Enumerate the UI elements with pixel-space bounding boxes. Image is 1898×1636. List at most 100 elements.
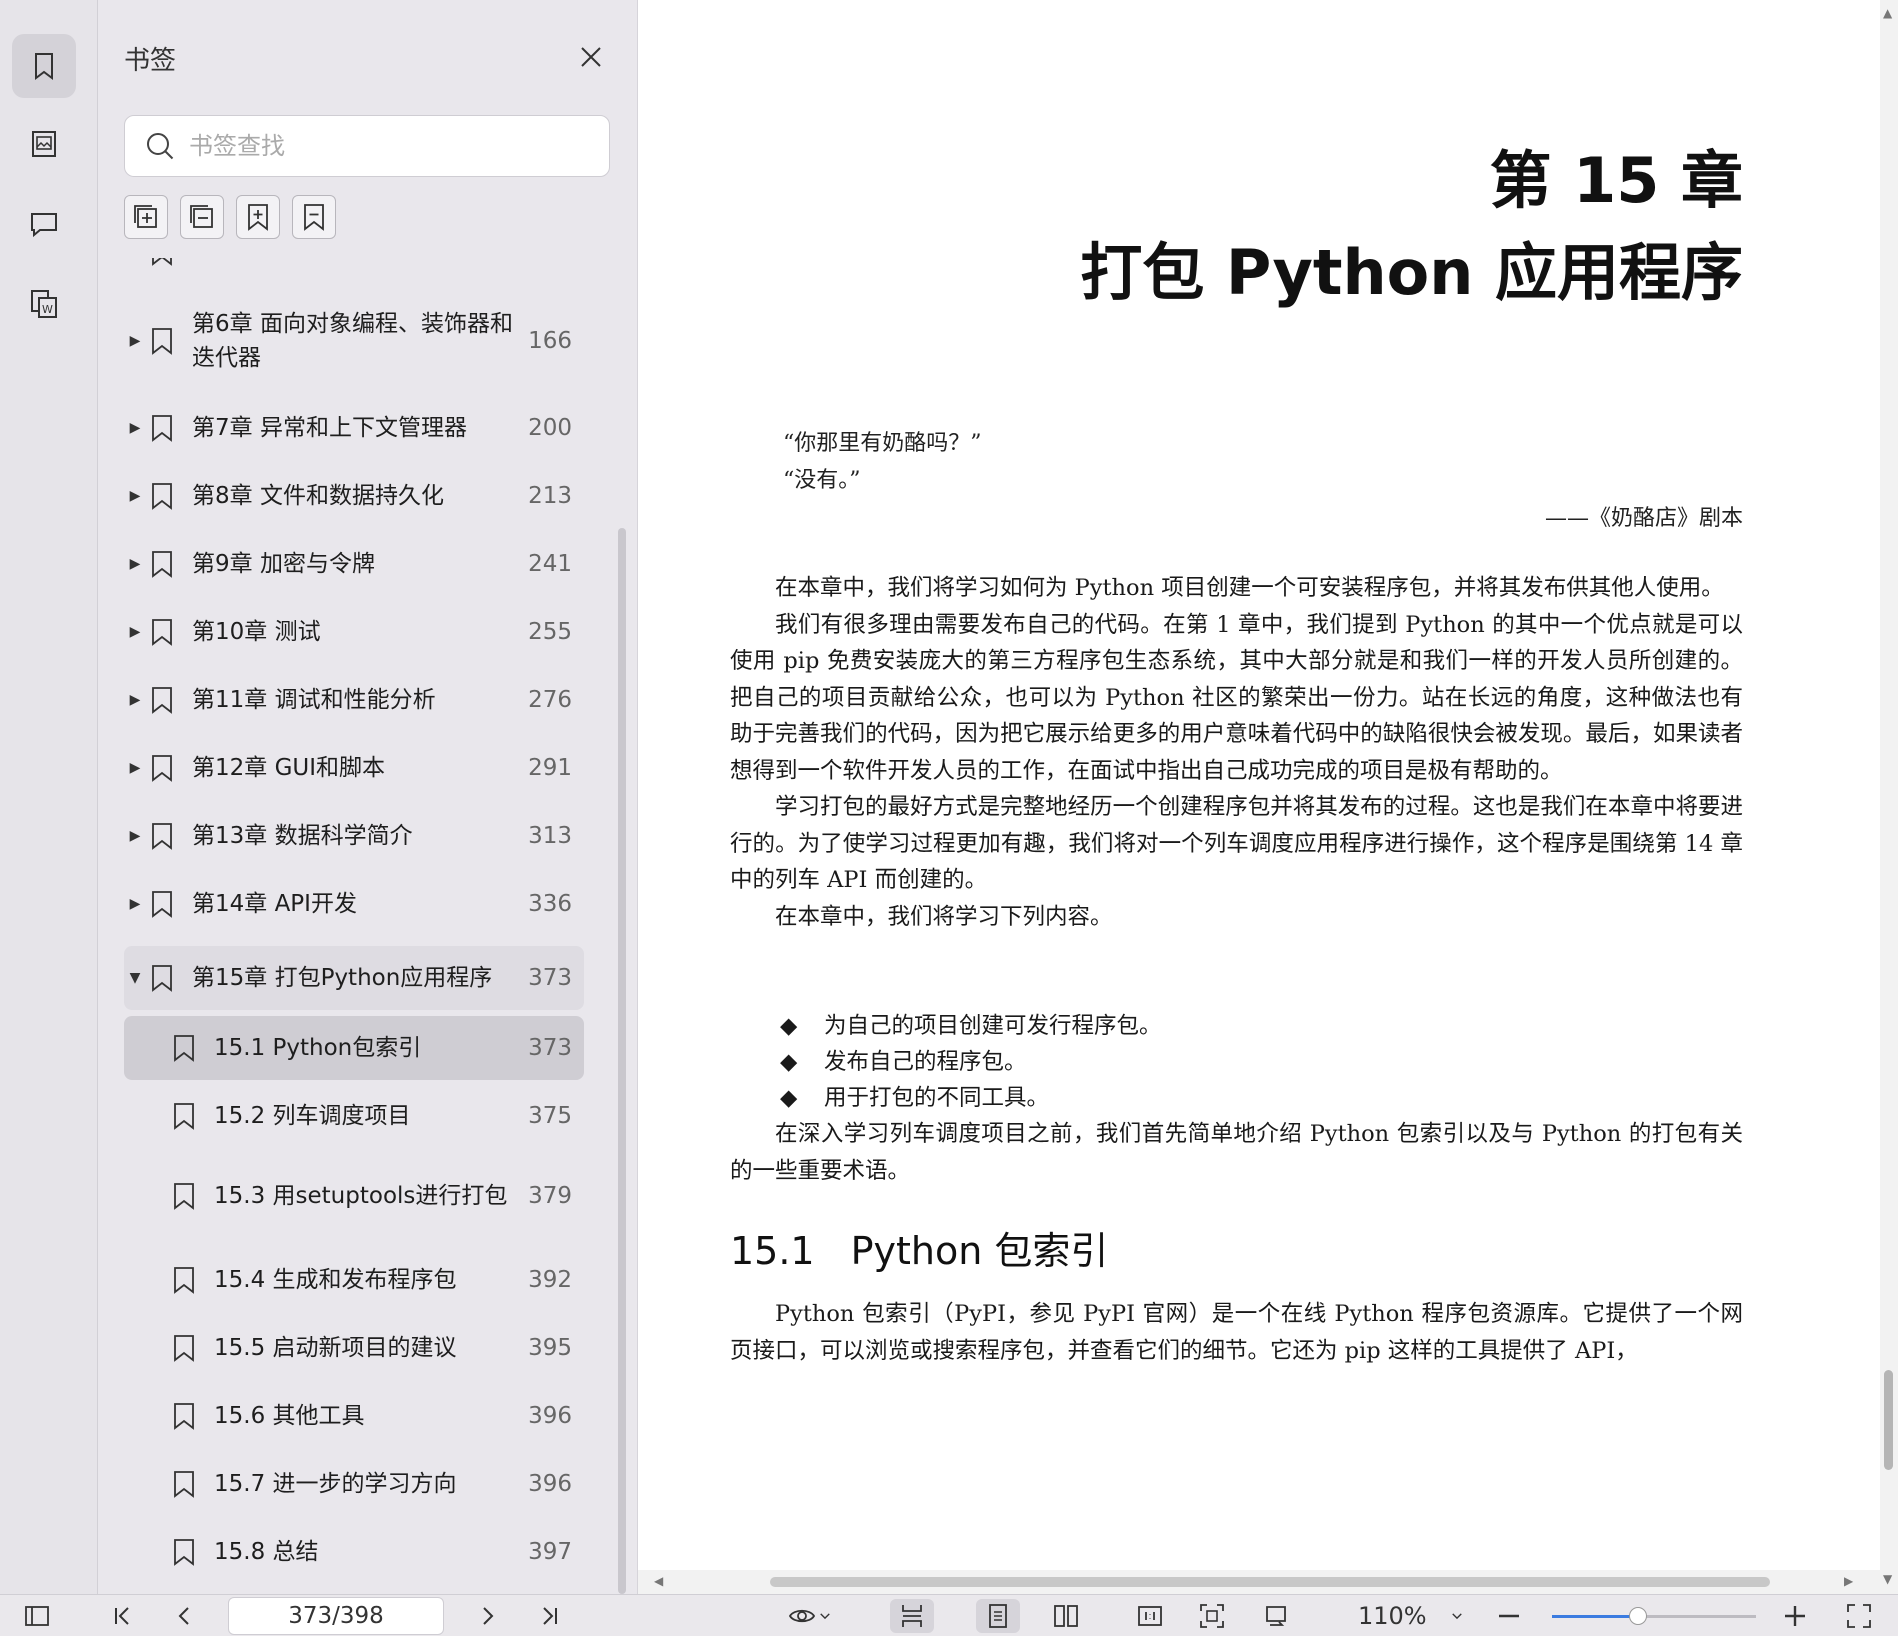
first-page-button[interactable]: [106, 1599, 140, 1633]
expand-all-button[interactable]: [124, 195, 168, 239]
diamond-bullet-icon: ◆: [780, 1049, 798, 1075]
rotate-button[interactable]: [1254, 1599, 1298, 1633]
zoom-dropdown-button[interactable]: [1444, 1599, 1470, 1633]
bookmark-item-ch11[interactable]: ▶ 第11章 调试和性能分析 276: [124, 674, 584, 726]
expand-arrow-icon[interactable]: ▶: [124, 556, 146, 572]
next-page-button[interactable]: [470, 1599, 504, 1633]
bookmark-item-ch10[interactable]: ▶ 第10章 测试 255: [124, 606, 584, 658]
bookmark-label: 15.6 其他工具: [214, 1403, 365, 1429]
bookmark-label: 第11章 调试和性能分析: [192, 687, 436, 713]
bookmark-subitem-15-3[interactable]: 15.3 用setuptools进行打包 379: [124, 1156, 584, 1236]
chapter-title: 打包 Python 应用程序: [1080, 236, 1743, 309]
bookmark-search[interactable]: [124, 115, 610, 177]
toggle-sidebar-button[interactable]: [20, 1599, 54, 1633]
close-panel-button[interactable]: [574, 40, 608, 74]
vertical-scrollbar[interactable]: ▲ ▼: [1880, 0, 1898, 1594]
page-number-input[interactable]: 373/398: [228, 1597, 444, 1635]
scroll-right-icon[interactable]: ▶: [1844, 1574, 1853, 1588]
scroll-down-icon[interactable]: ▼: [1883, 1572, 1892, 1586]
zoom-in-button[interactable]: [1780, 1599, 1810, 1633]
expand-arrow-icon[interactable]: ▶: [124, 760, 146, 776]
bullet-item: ◆ 为自己的项目创建可发行程序包。: [780, 1013, 1162, 1039]
paragraph: 学习打包的最好方式是完整地经历一个创建程序包并将其发布的过程。这也是我们在本章中…: [730, 794, 1743, 893]
bookmark-icon: [146, 258, 178, 270]
chapter-number: 第 15 章: [1489, 144, 1743, 217]
section-heading: 15.1 Python 包索引: [730, 1220, 1144, 1275]
plus-icon: [1785, 1606, 1805, 1626]
bookmark-item-ch12[interactable]: ▶ 第12章 GUI和脚本 291: [124, 742, 584, 794]
last-page-button[interactable]: [532, 1599, 566, 1633]
zoom-slider[interactable]: [1552, 1607, 1756, 1625]
zoom-level[interactable]: 110%: [1358, 1599, 1427, 1633]
bookmark-label: 15.2 列车调度项目: [214, 1103, 411, 1129]
bookmark-item-ch14[interactable]: ▶ 第14章 API开发 336: [124, 878, 584, 930]
expand-all-icon: [134, 205, 157, 228]
thumbnail-panel-button[interactable]: [12, 112, 76, 176]
expand-arrow-icon[interactable]: ▶: [124, 624, 146, 640]
single-page-button[interactable]: [976, 1599, 1020, 1633]
bookmark-search-input[interactable]: [189, 132, 589, 160]
expand-arrow-icon[interactable]: ▶: [124, 333, 146, 349]
bookmark-label: 第7章 异常和上下文管理器: [192, 415, 467, 441]
bookmark-page: 373: [528, 965, 572, 991]
bookmark-page: 379: [528, 1183, 572, 1209]
bookmark-subitem-15-1[interactable]: 15.1 Python包索引 373: [124, 1016, 584, 1080]
horizontal-scrollbar[interactable]: ◀ ▶: [638, 1570, 1880, 1594]
horizontal-scroll-thumb[interactable]: [770, 1577, 1770, 1587]
view-options-button[interactable]: [780, 1599, 840, 1633]
sidebar-icon: [25, 1606, 49, 1626]
expand-arrow-icon[interactable]: ▶: [124, 488, 146, 504]
bookmark-subitem-15-4[interactable]: 15.4 生成和发布程序包 392: [124, 1254, 584, 1306]
remove-bookmark-button[interactable]: [292, 195, 336, 239]
zoom-slider-knob[interactable]: [1628, 1607, 1647, 1625]
panel-scrollbar[interactable]: [618, 528, 626, 1594]
bookmark-label: 15.3 用setuptools进行打包: [214, 1183, 508, 1209]
bookmark-page: 200: [528, 415, 572, 441]
fit-page-button[interactable]: [1190, 1599, 1234, 1633]
add-bookmark-button[interactable]: [236, 195, 280, 239]
fullscreen-icon: [1847, 1604, 1871, 1628]
comment-icon: [31, 213, 57, 238]
paragraph: 在本章中，我们将学习如何为 Python 项目创建一个可安装程序包，并将其发布供…: [775, 575, 1724, 601]
document-word-icon: W: [31, 290, 57, 318]
bookmark-item-ch15[interactable]: ▼ 第15章 打包Python应用程序 373: [124, 946, 584, 1010]
bookmark-page: 373: [528, 1035, 572, 1061]
expand-arrow-icon[interactable]: ▶: [124, 420, 146, 436]
bookmark-icon: [168, 1398, 200, 1434]
expand-arrow-icon[interactable]: ▶: [124, 828, 146, 844]
fullscreen-button[interactable]: [1842, 1599, 1876, 1633]
bookmark-item-partial[interactable]: [124, 258, 584, 272]
expand-arrow-icon[interactable]: ▶: [124, 896, 146, 912]
scroll-up-icon[interactable]: ▲: [1883, 6, 1892, 20]
bookmark-subitem-15-5[interactable]: 15.5 启动新项目的建议 395: [124, 1322, 584, 1374]
bookmark-item-ch7[interactable]: ▶ 第7章 异常和上下文管理器 200: [124, 402, 584, 454]
collapse-arrow-icon[interactable]: ▼: [124, 970, 146, 986]
bookmark-item-ch8[interactable]: ▶ 第8章 文件和数据持久化 213: [124, 470, 584, 522]
vertical-scroll-thumb[interactable]: [1884, 1370, 1893, 1470]
epigraph-line: “你那里有奶酪吗？”: [783, 431, 982, 456]
bookmark-subitem-15-8[interactable]: 15.8 总结 397: [124, 1526, 584, 1578]
bookmark-subitem-15-2[interactable]: 15.2 列车调度项目 375: [124, 1090, 584, 1142]
continuous-scroll-button[interactable]: [890, 1599, 934, 1633]
bookmark-item-ch13[interactable]: ▶ 第13章 数据科学简介 313: [124, 810, 584, 862]
attachments-panel-button[interactable]: W: [12, 272, 76, 336]
expand-arrow-icon[interactable]: ▶: [124, 692, 146, 708]
diamond-bullet-icon: ◆: [780, 1085, 798, 1111]
bookmark-page: 166: [528, 328, 572, 354]
zoom-out-button[interactable]: [1494, 1599, 1524, 1633]
bookmark-subitem-15-6[interactable]: 15.6 其他工具 396: [124, 1390, 584, 1442]
collapse-all-button[interactable]: [180, 195, 224, 239]
two-page-button[interactable]: [1044, 1599, 1088, 1633]
bookmark-panel-button[interactable]: [12, 34, 76, 98]
zoom-slider-fill: [1552, 1615, 1638, 1618]
paragraph: 在本章中，我们将学习下列内容。: [775, 903, 1113, 930]
bookmark-icon: [146, 818, 178, 854]
comments-panel-button[interactable]: [12, 192, 76, 256]
scroll-left-icon[interactable]: ◀: [654, 1574, 663, 1588]
actual-size-button[interactable]: [1128, 1599, 1172, 1633]
bookmark-item-ch6[interactable]: ▶ 第6章 面向对象编程、装饰器和迭代器 166: [124, 304, 584, 378]
bookmark-subitem-15-7[interactable]: 15.7 进一步的学习方向 396: [124, 1458, 584, 1510]
bookmark-page: 336: [528, 891, 572, 917]
previous-page-button[interactable]: [168, 1599, 202, 1633]
bookmark-item-ch9[interactable]: ▶ 第9章 加密与令牌 241: [124, 538, 584, 590]
